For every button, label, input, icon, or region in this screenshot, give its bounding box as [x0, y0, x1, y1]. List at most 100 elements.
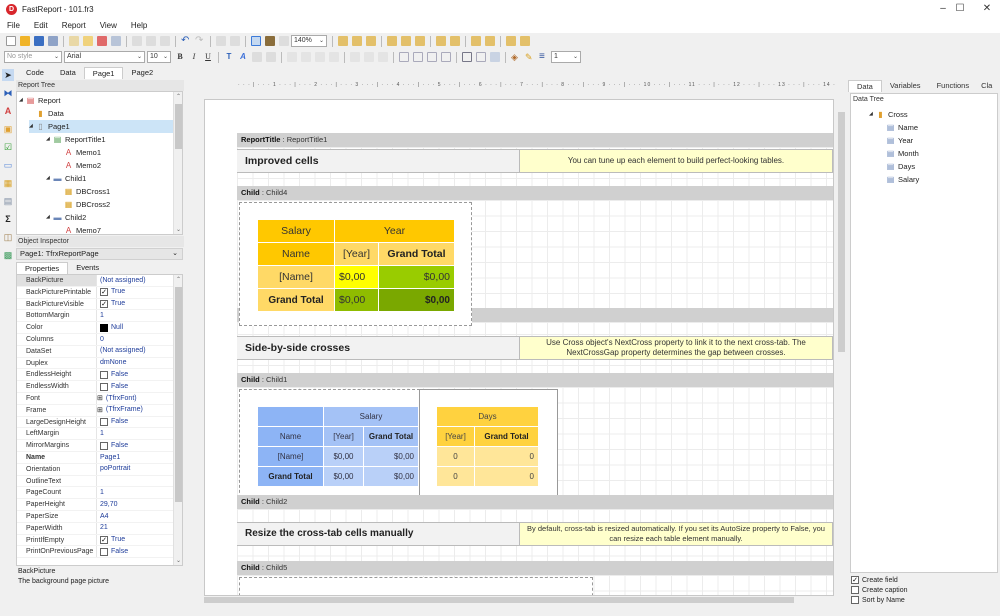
expand-icon[interactable]: ◢ [46, 211, 53, 224]
checkbox-unchecked-icon[interactable] [851, 586, 859, 594]
fit-to-grid-icon[interactable] [279, 36, 289, 46]
show-grid-icon[interactable] [251, 36, 261, 46]
text-align-center-icon[interactable] [301, 52, 311, 62]
expand-icon[interactable]: ◢ [46, 133, 53, 146]
menu-report[interactable]: Report [55, 21, 93, 30]
scroll-thumb[interactable] [204, 597, 794, 603]
checkbox-unchecked-icon[interactable] [851, 596, 859, 604]
scroll-down-icon[interactable]: ⌄ [174, 226, 182, 233]
band-header-child1[interactable]: Child : Child1 [237, 373, 833, 387]
memo-section-note[interactable]: By default, cross-tab is resized automat… [519, 522, 833, 546]
property-row[interactable]: EndlessWidth False [17, 381, 174, 393]
memo-section-title[interactable]: Improved cells [237, 149, 519, 173]
object-selector[interactable]: Page1: TfrxReportPage ⌄ [16, 248, 183, 260]
frame-all-icon[interactable] [462, 52, 472, 62]
band-header-reporttitle[interactable]: ReportTitle : ReportTitle1 [237, 133, 833, 147]
zoom-select[interactable]: 140% ⌄ [291, 35, 327, 47]
property-value[interactable]: (Not assigned) [97, 275, 174, 286]
font-size-select[interactable]: 10 ⌄ [147, 51, 171, 63]
select-tool-icon[interactable]: ➤ [2, 69, 14, 81]
property-value[interactable]: A4 [97, 511, 174, 522]
band-header-child4[interactable]: Child : Child4 [237, 186, 833, 200]
font-name-select[interactable]: Arial ⌄ [64, 51, 145, 63]
property-value[interactable]: (Not assigned) [97, 346, 174, 357]
property-row[interactable]: MirrorMargins False [17, 440, 174, 452]
font-settings-icon[interactable]: T [223, 51, 235, 63]
property-value[interactable]: False [97, 417, 174, 428]
same-height-icon[interactable] [520, 36, 530, 46]
new-file-icon[interactable] [6, 36, 16, 46]
property-row[interactable]: PaperHeight 29,70 [17, 499, 174, 511]
frame-top-icon[interactable] [399, 52, 409, 62]
property-row[interactable]: Name Page1 [17, 452, 174, 464]
property-row[interactable]: PaperWidth 21 [17, 522, 174, 535]
text-align-left-icon[interactable] [287, 52, 297, 62]
group-icon[interactable] [216, 36, 226, 46]
tree-item-reporttitle1[interactable]: ◢ ▤ ReportTitle1 [46, 133, 106, 146]
save-icon[interactable] [34, 36, 44, 46]
open-folder-icon[interactable] [20, 36, 30, 46]
align-tops-icon[interactable] [387, 36, 397, 46]
subreport-object-icon[interactable]: ▭ [2, 159, 14, 171]
preview-icon[interactable] [48, 36, 58, 46]
design-horizontal-scrollbar[interactable] [198, 596, 838, 604]
property-row[interactable]: Columns 0 [17, 334, 174, 346]
create-field-checkbox[interactable]: ✓ Create field [851, 575, 898, 585]
text-bottom-icon[interactable] [378, 52, 388, 62]
report-tree-scrollbar[interactable]: ⌃ ⌄ [173, 92, 182, 234]
field-month[interactable]: ▤ Month [886, 147, 919, 160]
property-row[interactable]: PrintOnPreviousPage False [17, 546, 174, 559]
sum-object-icon[interactable]: Σ [2, 213, 14, 225]
property-value[interactable]: 21 [97, 523, 174, 534]
tab-events[interactable]: Events [68, 262, 107, 274]
checkbox-unchecked-icon[interactable] [100, 441, 108, 450]
property-value[interactable]: Page1 [97, 452, 174, 463]
fill-color-icon[interactable]: ◈ [511, 52, 521, 62]
barcode-object-icon[interactable]: ▤ [2, 195, 14, 207]
property-value[interactable]: (TfrxFont) [103, 393, 174, 404]
tree-item-dbcross2[interactable]: ▦ DBCross2 [64, 198, 110, 211]
property-value[interactable] [97, 476, 174, 487]
space-vertically-icon[interactable] [450, 36, 460, 46]
ungroup-icon[interactable] [230, 36, 240, 46]
tree-item-data[interactable]: ▮ Data [36, 107, 64, 120]
shadow-icon[interactable] [490, 52, 500, 62]
center-vertically-icon[interactable] [485, 36, 495, 46]
checkbox-object-icon[interactable]: ☑ [2, 141, 14, 153]
field-days[interactable]: ▤ Days [886, 160, 915, 173]
cross-tab-dbcross1[interactable]: Salary Name [Year] Grand Total [Name] $0… [239, 389, 420, 503]
highlight-icon[interactable] [252, 52, 262, 62]
memo-section-note[interactable]: You can tune up each element to build pe… [519, 149, 833, 173]
band-tool-icon[interactable]: ⧓ [2, 87, 14, 99]
expand-icon[interactable]: ◢ [19, 94, 26, 107]
property-row[interactable]: LargeDesignHeight False [17, 416, 174, 429]
property-row[interactable]: BackPictureVisible ✓ True [17, 298, 174, 311]
font-color-icon[interactable]: A [237, 51, 249, 63]
checkbox-unchecked-icon[interactable] [100, 370, 108, 379]
property-row[interactable]: DataSet (Not assigned) [17, 345, 174, 358]
checkbox-unchecked-icon[interactable] [100, 417, 108, 426]
chart-object-icon[interactable]: ◫ [2, 231, 14, 243]
line-width-select[interactable]: 1 ⌄ [551, 51, 581, 63]
checkbox-checked-icon[interactable]: ✓ [100, 535, 108, 544]
property-row[interactable]: EndlessHeight False [17, 369, 174, 382]
tab-variables[interactable]: Variables [882, 80, 929, 92]
tab-code[interactable]: Code [18, 67, 52, 79]
copy-icon[interactable] [146, 36, 156, 46]
property-value[interactable]: 29,70 [97, 499, 174, 510]
property-row[interactable]: PageCount 1 [17, 487, 174, 500]
tab-data[interactable]: Data [52, 67, 84, 79]
menu-help[interactable]: Help [124, 21, 154, 30]
text-middle-icon[interactable] [364, 52, 374, 62]
new-report-icon[interactable] [69, 36, 79, 46]
property-value[interactable]: 1 [97, 310, 174, 321]
memo-section-title[interactable]: Resize the cross-tab cells manually [237, 522, 519, 546]
field-salary[interactable]: ▤ Salary [886, 173, 920, 186]
scroll-thumb[interactable] [838, 112, 845, 352]
tab-properties[interactable]: Properties [16, 262, 69, 274]
property-value[interactable]: ✓ True [97, 535, 174, 546]
checkbox-checked-icon[interactable]: ✓ [100, 299, 108, 308]
text-object-icon[interactable]: A [2, 105, 14, 117]
memo-section-note[interactable]: Use Cross object's NextCross property to… [519, 336, 833, 360]
cross-tab-dbcross2[interactable]: Days [Year] Grand Total 0 0 0 0 [419, 389, 558, 503]
